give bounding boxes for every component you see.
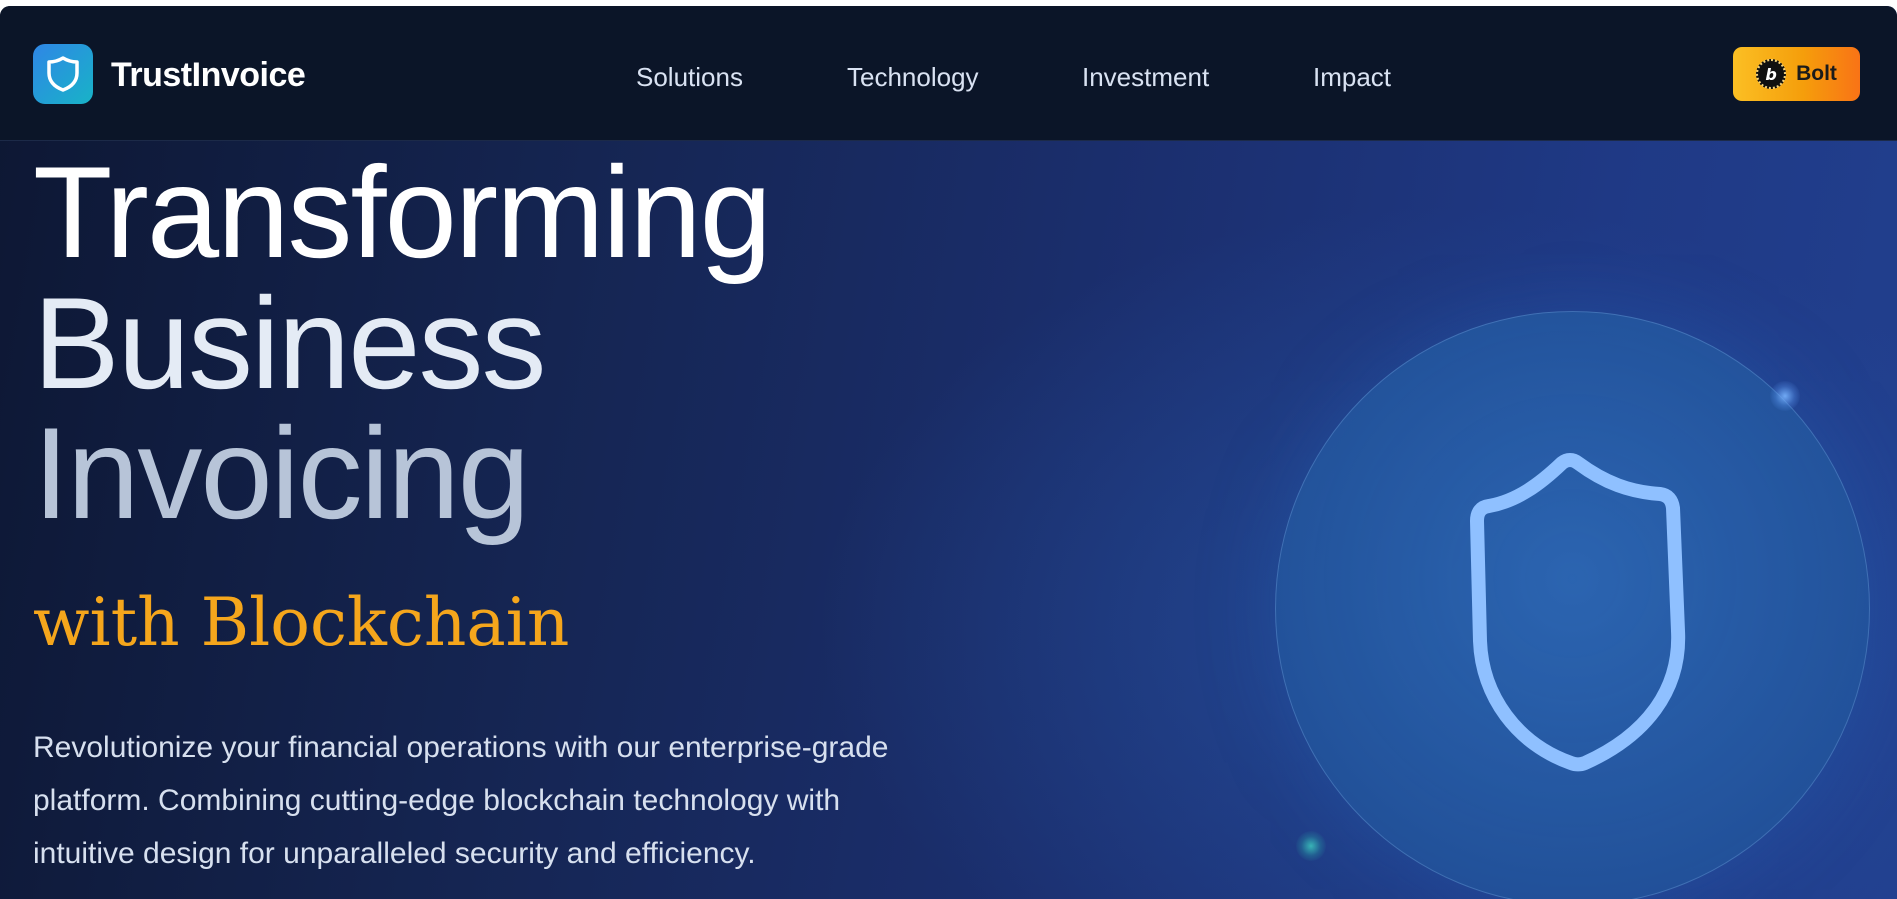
nav-link-impact[interactable]: Impact: [1313, 62, 1391, 93]
nav-link-technology[interactable]: Technology: [847, 62, 979, 93]
brand-name[interactable]: TrustInvoice: [111, 56, 306, 95]
bolt-button-label: Bolt: [1796, 62, 1837, 85]
bolt-button[interactable]: b Bolt: [1733, 47, 1860, 101]
glow-dot: [1296, 831, 1326, 861]
bolt-coin-icon: b: [1756, 59, 1787, 89]
nav-link-investment[interactable]: Investment: [1082, 62, 1209, 93]
logo[interactable]: [33, 44, 93, 104]
headline-line-1: Transforming: [33, 139, 772, 285]
top-navbar: TrustInvoice Solutions Technology Invest…: [0, 6, 1897, 141]
shield-icon: [47, 56, 79, 92]
hero-description: Revolutionize your financial operations …: [33, 731, 889, 870]
page-frame: TrustInvoice Solutions Technology Invest…: [0, 6, 1897, 899]
glow-dot: [1770, 381, 1800, 411]
headline-line-2: Business: [33, 270, 546, 416]
headline-line-3: Invoicing: [33, 400, 530, 546]
shield-outline-icon: [1470, 453, 1686, 772]
headline-accent: with Blockchain: [33, 584, 570, 661]
nav-link-solutions[interactable]: Solutions: [636, 62, 743, 93]
